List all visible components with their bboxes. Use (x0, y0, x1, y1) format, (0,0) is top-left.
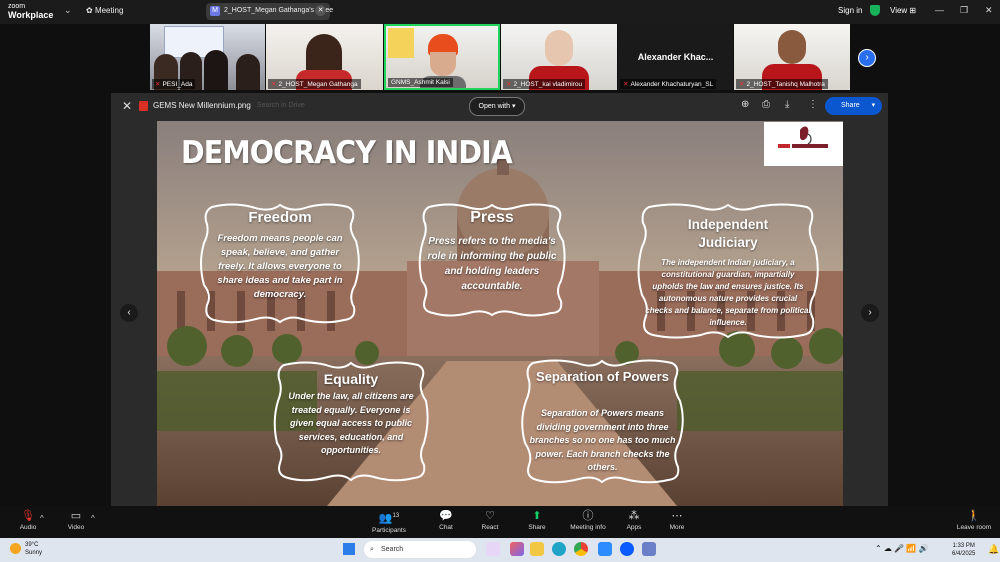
participant-name: GNMS_Ashmit Kalsi (388, 78, 453, 87)
card-title: Separation of Powers (536, 369, 669, 384)
leave-room-button[interactable]: 🚶 Leave room (952, 509, 996, 531)
open-with-button[interactable]: Open with ▾ (469, 97, 525, 116)
meeting-info-button[interactable]: ⓘ Meeting info (566, 509, 610, 531)
shield-icon[interactable] (870, 5, 880, 16)
gems-logo-icon (778, 126, 828, 148)
screen-share-tab[interactable]: M 2_HOST_Megan Gathanga's scree ✕ (206, 3, 333, 20)
participant-name: ✕ 2_HOST_Tanishq Malhotra (736, 79, 828, 89)
apps-icon: ⁂ (628, 510, 640, 522)
taskbar-clock[interactable]: 1:33 PM 6/4/2025 (952, 542, 975, 558)
card-title: Press (470, 209, 514, 226)
more-icon: ⋯ (671, 510, 683, 522)
edge-icon[interactable] (552, 542, 566, 556)
chevron-down-icon[interactable]: ⌄ (64, 5, 72, 16)
card-body: Freedom means people can speak, believe,… (217, 233, 343, 300)
card-body: Separation of Powers means dividing gove… (529, 408, 676, 472)
viewer-toolbar: ✕ GEMS New Millennium.png Search in Driv… (111, 93, 888, 120)
meeting-menu[interactable]: ✿ Meeting (86, 6, 123, 15)
card-body: The independent Indian judiciary, a cons… (645, 258, 811, 327)
card-body: Under the law, all citizens are treated … (288, 391, 414, 455)
card-separation-of-powers: Separation of Powers Separation of Power… (519, 357, 686, 485)
video-tile[interactable]: ✕ 2_HOST_kai vladimirou (501, 24, 617, 90)
chat-button[interactable]: 💬 Chat (424, 509, 468, 531)
card-title: Equality (323, 371, 379, 387)
teams-icon[interactable] (642, 542, 656, 556)
more-options-icon[interactable]: ⋮ (808, 99, 818, 110)
zoom-icon[interactable] (620, 542, 634, 556)
card-body: Press refers to the media's role in info… (427, 236, 557, 292)
close-icon[interactable]: ✕ (122, 99, 132, 113)
close-icon[interactable]: ✕ (315, 5, 326, 16)
school-logo (764, 122, 843, 166)
host-avatar: M (210, 6, 220, 16)
tray-icons[interactable]: ⌃ ☁ 🎤 📶 🔊 (875, 544, 928, 553)
sign-in-link[interactable]: Sign in (838, 6, 862, 15)
widget-icon[interactable] (510, 542, 524, 556)
minimize-icon[interactable]: — (935, 5, 944, 15)
zoom-title-bar: zoom Workplace ⌄ ✿ Meeting M 2_HOST_Mega… (0, 0, 1000, 24)
slide-image: DEMOCRACY IN INDIA Freedom Freedom means… (157, 121, 843, 506)
close-window-icon[interactable]: ✕ (985, 5, 993, 16)
image-file-icon (139, 101, 148, 111)
drive-search-ghost: Search in Drive (257, 102, 305, 109)
slide-title: DEMOCRACY IN INDIA (181, 135, 513, 171)
info-icon: ⓘ (582, 510, 594, 522)
card-freedom: Freedom Freedom means people can speak, … (198, 201, 362, 326)
video-tile[interactable]: ✕ 2_HOST_Tanishq Malhotra (734, 24, 850, 90)
outlook-icon[interactable] (598, 542, 612, 556)
video-tile[interactable]: Alexander Khac... ✕ Alexander Khachaturya… (618, 24, 733, 90)
people-icon: 👥 (378, 512, 393, 525)
windows-taskbar: 39°C Sunny ⌕ Search ⌃ ☁ 🎤 📶 🔊 1:33 PM 6/4/2… (0, 538, 1000, 562)
notification-bell-icon[interactable]: 🔔 (988, 544, 999, 555)
participant-display-name: Alexander Khac... (637, 52, 714, 62)
search-icon: ⌕ (370, 546, 374, 553)
chevron-up-icon[interactable]: ^ (40, 514, 44, 523)
file-name: GEMS New Millennium.png (153, 101, 251, 110)
card-press: Press Press refers to the media's role i… (417, 201, 567, 319)
meeting-controls: 🎙 Audio ^ ▭ Video ^ 👥13 Participants 💬 Chat … (0, 506, 1000, 538)
apps-button[interactable]: ⁂ Apps (612, 509, 656, 531)
video-tile-active-speaker[interactable]: GNMS_Ashmit Kalsi (384, 24, 500, 90)
zoom-logo[interactable]: zoom Workplace (8, 3, 54, 20)
add-to-drive-icon[interactable]: ⊕ (741, 99, 749, 110)
next-arrow-icon[interactable]: › (861, 304, 879, 322)
share-arrow-icon: ⬆ (532, 510, 542, 522)
weather-widget[interactable]: 39°C Sunny (25, 541, 42, 557)
view-menu[interactable]: View ⊞ (890, 6, 916, 15)
print-icon[interactable]: ⎙ (762, 99, 770, 110)
brand-top: zoom (8, 3, 26, 10)
participants-button[interactable]: 👥13 Participants (367, 509, 411, 534)
card-title: Freedom (248, 209, 312, 226)
card-equality: Equality Under the law, all citizens are… (272, 359, 430, 483)
react-button[interactable]: ♡ React (468, 509, 512, 531)
participant-name: ✕ 2_HOST_Megan Gathanga (268, 79, 361, 89)
participant-name: ✕ Alexander Khachaturyan_SL (620, 79, 717, 89)
participant-name: ✕ PESI_Ada (152, 79, 196, 89)
card-independent-judiciary: Independent Judiciary The independent In… (635, 201, 821, 341)
chrome-icon[interactable] (574, 542, 588, 556)
leave-icon: 🚶 (967, 510, 981, 522)
more-button[interactable]: ⋯ More (655, 509, 699, 531)
next-page-icon[interactable]: › (858, 49, 876, 67)
sun-icon (10, 543, 21, 554)
card-title: Independent Judiciary (687, 217, 769, 250)
restore-icon[interactable]: ❐ (960, 5, 968, 16)
participant-name: ✕ 2_HOST_kai vladimirou (503, 79, 586, 89)
share-button[interactable]: Share ▾ (825, 97, 882, 115)
copilot-icon[interactable] (486, 542, 500, 556)
video-tile[interactable]: ✕ PESI_Ada (150, 24, 265, 90)
file-explorer-icon[interactable] (530, 542, 544, 556)
heart-icon: ♡ (485, 510, 495, 522)
chevron-up-icon[interactable]: ^ (91, 514, 95, 523)
chat-icon: 💬 (439, 510, 453, 522)
brand-bottom: Workplace (8, 10, 54, 20)
share-screen-button[interactable]: ⬆ Share (515, 509, 559, 531)
download-icon[interactable]: ⤓ (785, 99, 789, 110)
previous-arrow-icon[interactable]: ‹ (120, 304, 138, 322)
video-tile[interactable]: ✕ 2_HOST_Megan Gathanga (266, 24, 383, 90)
taskbar-search[interactable]: ⌕ Search (364, 541, 476, 558)
windows-start-icon[interactable] (343, 543, 355, 555)
